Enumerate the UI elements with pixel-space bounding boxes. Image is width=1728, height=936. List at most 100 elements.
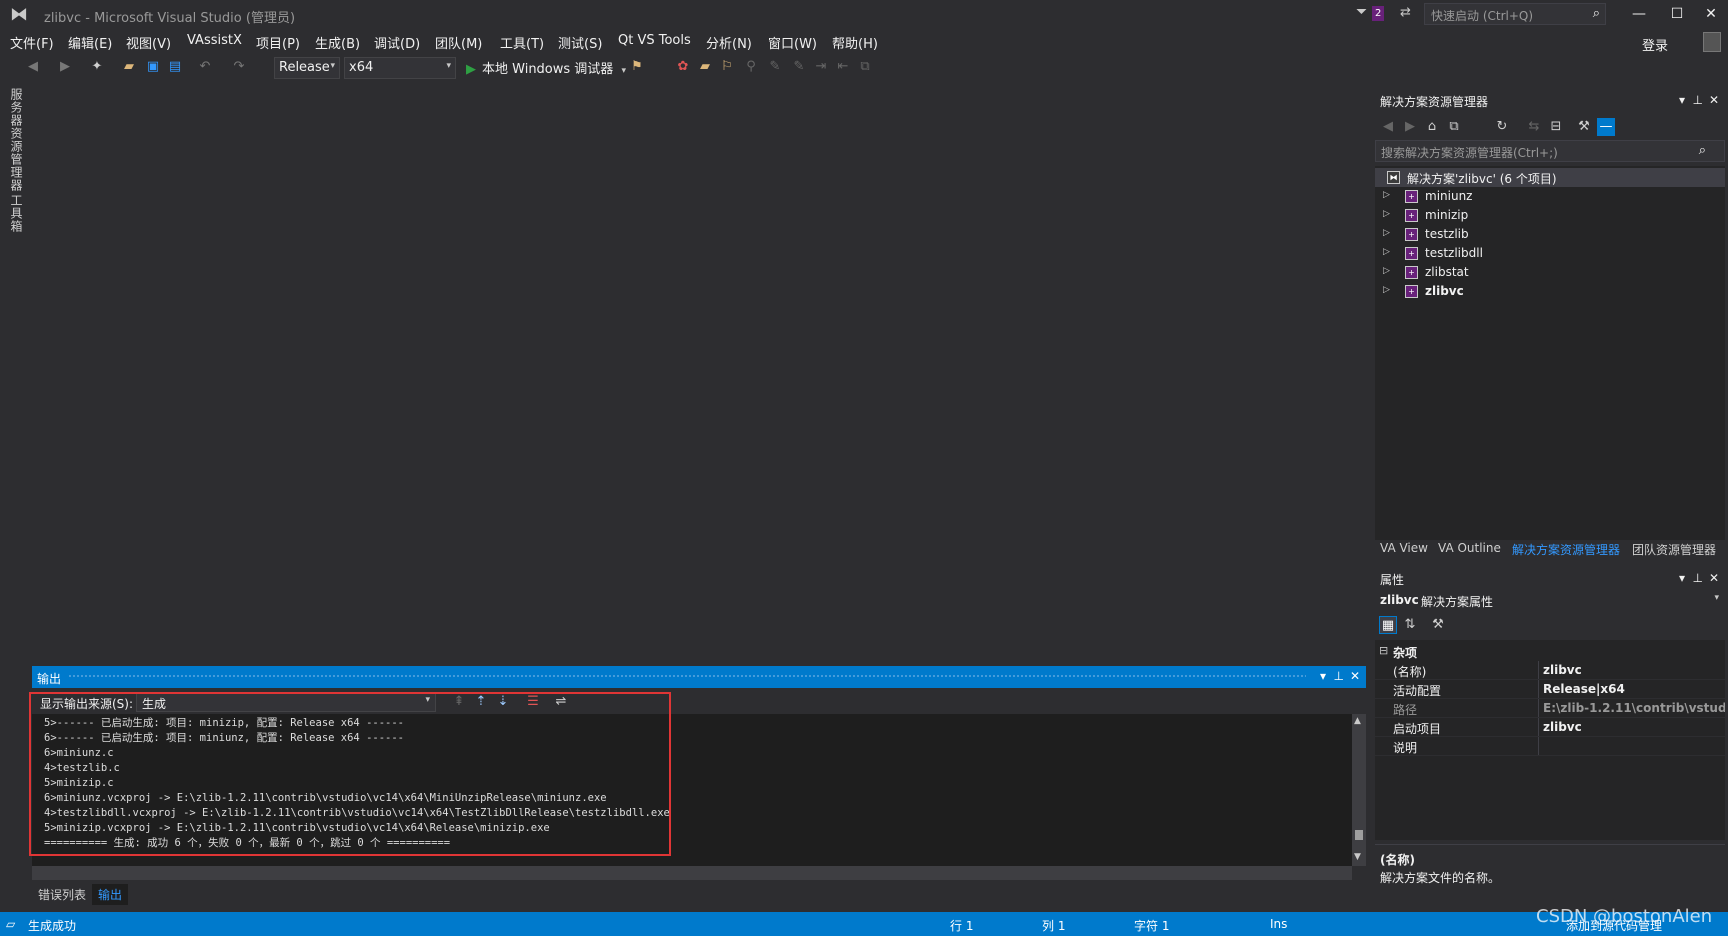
quick-launch-input[interactable]: 快速启动 (Ctrl+Q) ⌕ — [1424, 3, 1606, 25]
property-category[interactable]: ⊟ 杂项 — [1375, 642, 1725, 661]
redo-icon[interactable]: ↷ — [230, 58, 248, 76]
outdent-icon[interactable]: ⇤ — [834, 58, 852, 76]
menu-analyze[interactable]: 分析(N) — [706, 33, 752, 52]
toolbar-options-icon[interactable]: ⧉ — [856, 58, 874, 76]
minimize-button[interactable]: — — [1622, 3, 1656, 27]
tree-project-miniunz[interactable]: ▷ + miniunz — [1375, 187, 1725, 206]
notifications-flag-icon[interactable]: ⏷ — [1356, 4, 1367, 20]
pin-icon[interactable]: ⊥ — [1693, 571, 1703, 585]
forward-icon[interactable]: ▶ — [1401, 118, 1419, 136]
solution-platform-select[interactable]: x64 ▾ — [344, 57, 456, 79]
collapse-all-icon[interactable]: ⊟ — [1547, 118, 1565, 136]
open-file-icon[interactable]: ▰ — [120, 58, 138, 76]
tab-solution-explorer[interactable]: 解决方案资源管理器 — [1512, 541, 1620, 558]
close-icon[interactable]: ✕ — [1709, 93, 1719, 107]
property-row[interactable]: (名称) zlibvc — [1375, 661, 1725, 680]
solution-configuration-select[interactable]: Release ▾ — [274, 57, 340, 79]
expand-arrow-icon[interactable]: ▷ — [1383, 266, 1390, 276]
properties-object-select[interactable]: zlibvc 解决方案属性 ▾ — [1375, 590, 1725, 610]
property-row[interactable]: 活动配置 Release|x64 — [1375, 680, 1725, 699]
property-row[interactable]: 启动项目 zlibvc — [1375, 718, 1725, 737]
new-project-icon[interactable]: ✦ — [88, 58, 106, 76]
menu-build[interactable]: 生成(B) — [315, 33, 360, 52]
expand-arrow-icon[interactable]: ▷ — [1383, 209, 1390, 219]
comment-icon[interactable]: ✎ — [766, 58, 784, 76]
menu-window[interactable]: 窗口(W) — [768, 33, 817, 52]
find-in-files-icon[interactable]: ⚑ — [628, 58, 646, 76]
switch-views-icon[interactable]: ⧉ — [1445, 118, 1463, 136]
expand-arrow-icon[interactable]: ▷ — [1383, 190, 1390, 200]
panel-dropdown-icon[interactable]: ▾ — [1679, 93, 1685, 107]
expand-arrow-icon[interactable]: ▷ — [1383, 285, 1390, 295]
scrollbar-thumb[interactable] — [1355, 830, 1363, 840]
tree-project-testzlib[interactable]: ▷ + testzlib — [1375, 225, 1725, 244]
home-icon[interactable]: ⌂ — [1423, 118, 1441, 136]
property-row[interactable]: 路径 E:\zlib-1.2.11\contrib\vstudio — [1375, 699, 1725, 718]
panel-dropdown-icon[interactable]: ▾ — [1320, 669, 1326, 683]
tree-project-zlibstat[interactable]: ▷ + zlibstat — [1375, 263, 1725, 282]
menu-view[interactable]: 视图(V) — [126, 33, 171, 52]
start-debugging-button[interactable]: ▶ 本地 Windows 调试器 ▾ — [466, 58, 626, 77]
property-row[interactable]: 说明 — [1375, 737, 1725, 756]
server-explorer-tab[interactable]: 服务器资源管理器 — [8, 88, 25, 192]
tab-error-list[interactable]: 错误列表 — [32, 884, 92, 905]
menu-qt-vs-tools[interactable]: Qt VS Tools — [618, 33, 691, 48]
toolbox-tab[interactable]: 工具箱 — [8, 194, 25, 233]
expand-arrow-icon[interactable]: ▷ — [1383, 228, 1390, 238]
avatar[interactable] — [1703, 32, 1721, 52]
tree-project-testzlibdll[interactable]: ▷ + testzlibdll — [1375, 244, 1725, 263]
tab-team-explorer[interactable]: 团队资源管理器 — [1632, 541, 1716, 558]
tab-va-outline[interactable]: VA Outline — [1438, 541, 1501, 555]
maximize-button[interactable]: ☐ — [1660, 3, 1694, 27]
pin-icon[interactable]: ⊥ — [1334, 669, 1344, 683]
panel-drag-grip[interactable] — [68, 674, 1306, 679]
close-icon[interactable]: ✕ — [1709, 571, 1719, 585]
indent-icon[interactable]: ⇥ — [812, 58, 830, 76]
pin-icon[interactable]: ⊥ — [1693, 93, 1703, 107]
property-pages-icon[interactable]: ⚒ — [1429, 616, 1447, 634]
scroll-down-icon[interactable]: ▼ — [1354, 852, 1361, 862]
menu-edit[interactable]: 编辑(E) — [68, 33, 112, 52]
notification-count-badge[interactable]: 2 — [1372, 6, 1385, 21]
navigate-back-icon[interactable]: ◀ — [24, 58, 42, 76]
scroll-up-icon[interactable]: ▲ — [1354, 716, 1361, 726]
uncomment-icon[interactable]: ✎ — [790, 58, 808, 76]
sync-icon[interactable]: ⇆ — [1525, 118, 1543, 136]
pending-changes-filter-icon[interactable]: ↻ — [1493, 118, 1511, 136]
login-link[interactable]: 登录 — [1642, 35, 1668, 54]
close-button[interactable]: ✕ — [1694, 3, 1728, 27]
menu-debug[interactable]: 调试(D) — [374, 33, 420, 52]
menu-project[interactable]: 项目(P) — [256, 33, 300, 52]
menu-file[interactable]: 文件(F) — [10, 33, 54, 52]
save-all-icon[interactable]: ▤ — [166, 58, 184, 76]
solution-explorer-header[interactable]: 解决方案资源管理器 ▾ ⊥ ✕ — [1375, 90, 1725, 112]
tab-va-view[interactable]: VA View — [1380, 541, 1428, 555]
categorized-icon[interactable]: ▦ — [1379, 616, 1397, 634]
alphabetical-icon[interactable]: ⇅ — [1401, 616, 1419, 634]
tab-output[interactable]: 输出 — [92, 884, 129, 905]
collapse-icon[interactable]: ⊟ — [1379, 644, 1388, 657]
preview-selected-icon[interactable]: — — [1597, 118, 1615, 136]
properties-wrench-icon[interactable]: ⚒ — [1575, 118, 1593, 136]
navigate-forward-icon[interactable]: ▶ — [56, 58, 74, 76]
qt-designer-icon[interactable]: ✿ — [674, 58, 692, 76]
output-vertical-scrollbar[interactable]: ▲ ▼ — [1352, 714, 1366, 866]
bookmark-icon[interactable]: ⚲ — [742, 58, 760, 76]
menu-vassistx[interactable]: VAssistX — [187, 33, 242, 48]
menu-team[interactable]: 团队(M) — [435, 33, 482, 52]
undo-icon[interactable]: ↶ — [196, 58, 214, 76]
qt-project-icon[interactable]: ▰ — [696, 58, 714, 76]
panel-dropdown-icon[interactable]: ▾ — [1679, 571, 1685, 585]
output-panel-header[interactable]: 输出 ▾ ⊥ ✕ — [32, 666, 1366, 688]
solution-explorer-search-input[interactable]: 搜索解决方案资源管理器(Ctrl+;) ⌕ — [1375, 140, 1725, 162]
menu-tools[interactable]: 工具(T) — [500, 33, 544, 52]
save-icon[interactable]: ▣ — [144, 58, 162, 76]
menu-test[interactable]: 测试(S) — [558, 33, 602, 52]
tree-project-minizip[interactable]: ▷ + minizip — [1375, 206, 1725, 225]
output-horizontal-scrollbar[interactable] — [32, 866, 1352, 880]
menu-help[interactable]: 帮助(H) — [832, 33, 878, 52]
tree-solution-node[interactable]: ⧓ 解决方案'zlibvc' (6 个项目) — [1375, 168, 1725, 187]
tree-project-zlibvc[interactable]: ▷ + zlibvc — [1375, 282, 1725, 301]
qt-options-icon[interactable]: ⚐ — [718, 58, 736, 76]
properties-header[interactable]: 属性 ▾ ⊥ ✕ — [1375, 568, 1725, 590]
